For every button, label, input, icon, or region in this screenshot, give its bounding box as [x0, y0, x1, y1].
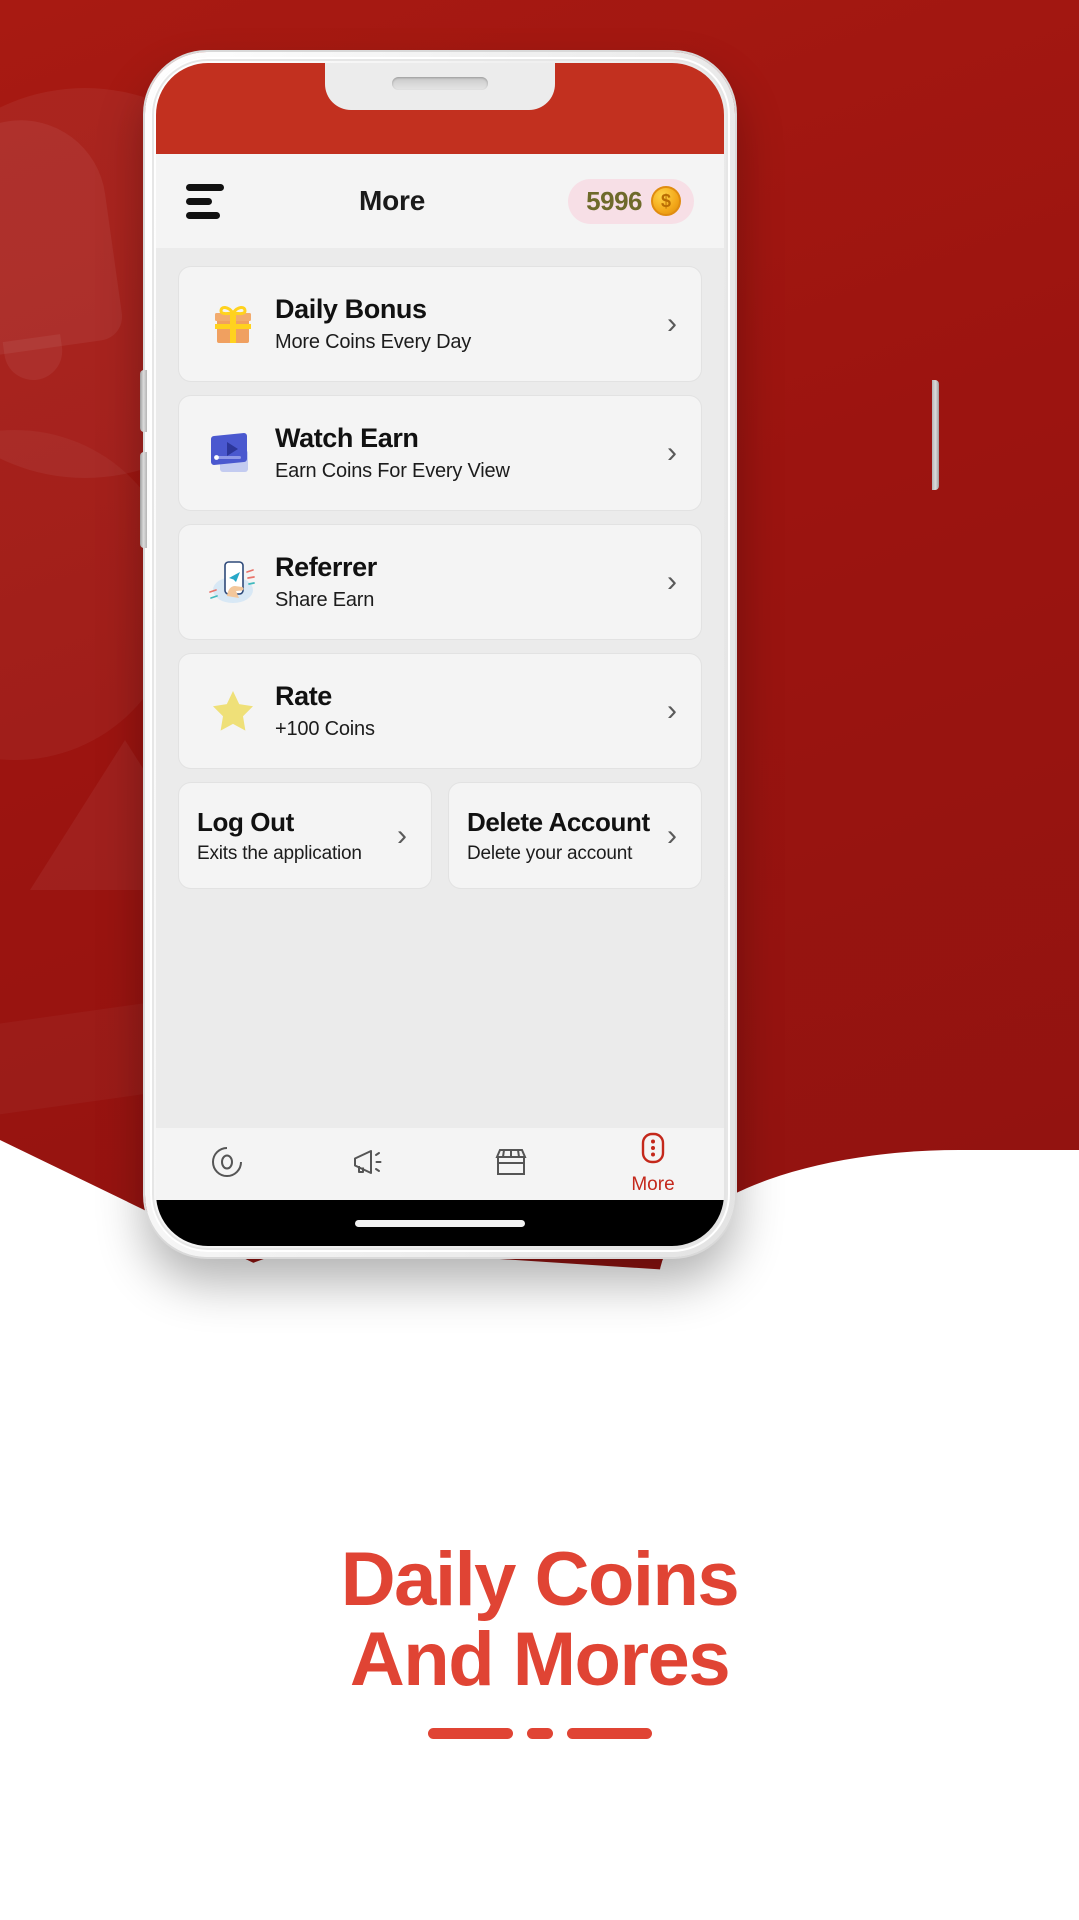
home-indicator[interactable] — [355, 1219, 525, 1227]
menu-item-text: Daily Bonus More Coins Every Day — [269, 294, 667, 354]
nav-item-store[interactable] — [440, 1146, 582, 1183]
menu-item-daily-bonus[interactable]: Daily Bonus More Coins Every Day › — [178, 266, 702, 382]
nav-item-promotions[interactable] — [298, 1146, 440, 1183]
chevron-right-icon: › — [667, 436, 677, 469]
video-player-icon — [197, 428, 269, 478]
logout-subtitle: Exits the application — [197, 842, 362, 864]
gift-icon — [197, 299, 269, 349]
divider-dash-short — [526, 1727, 553, 1739]
coin-icon: $ — [651, 186, 681, 216]
menu-item-subtitle: +100 Coins — [275, 718, 375, 741]
chevron-right-icon: › — [397, 818, 407, 852]
phone-mockup: More 5996 $ Daily Bonus More Coins Every… — [145, 52, 735, 1257]
logout-title: Log Out — [197, 806, 294, 837]
bottom-navigation: More — [156, 1128, 724, 1200]
logout-button[interactable]: Log Out Exits the application › — [178, 782, 432, 889]
coin-balance-value: 5996 — [586, 185, 642, 216]
menu-item-referrer[interactable]: Referrer Share Earn › — [178, 524, 702, 640]
caption-divider — [0, 1727, 1079, 1739]
nav-item-more[interactable]: More — [582, 1132, 724, 1196]
menu-item-subtitle: More Coins Every Day — [275, 331, 472, 354]
volume-down-button[interactable] — [140, 452, 147, 548]
menu-item-subtitle: Earn Coins For Every View — [275, 460, 510, 483]
menu-item-title: Daily Bonus — [275, 293, 427, 324]
caption-line-2: And Mores — [349, 1616, 731, 1702]
more-dots-icon — [638, 1132, 668, 1171]
menu-item-watch-earn[interactable]: Watch Earn Earn Coins For Every View › — [178, 395, 702, 511]
caption-line-1: Daily Coins — [340, 1537, 740, 1622]
divider-dash-long-right — [566, 1727, 652, 1739]
delete-account-title: Delete Account — [467, 806, 650, 837]
phone-screen: More 5996 $ Daily Bonus More Coins Every… — [156, 63, 724, 1246]
chevron-right-icon: › — [667, 565, 677, 598]
coin-balance-badge[interactable]: 5996 $ — [568, 178, 694, 224]
hand-phone-share-icon — [197, 556, 269, 608]
promo-stage: More 5996 $ Daily Bonus More Coins Every… — [0, 0, 1079, 1920]
main-content: Daily Bonus More Coins Every Day › Watch… — [156, 248, 724, 1128]
logout-text: Log Out Exits the application — [197, 807, 397, 865]
delete-account-button[interactable]: Delete Account Delete your account › — [448, 782, 702, 889]
menu-item-text: Rate +100 Coins — [269, 681, 667, 741]
menu-item-title: Referrer — [275, 551, 377, 582]
promo-caption: Daily Coins And Mores — [0, 1540, 1079, 1739]
volume-up-button[interactable] — [140, 370, 147, 432]
divider-dash-long-left — [427, 1727, 513, 1739]
star-icon — [197, 687, 269, 735]
megaphone-icon — [351, 1146, 387, 1183]
menu-item-title: Rate — [275, 680, 332, 711]
nav-item-more-label: More — [631, 1174, 675, 1195]
spiral-disc-icon — [210, 1145, 244, 1184]
nav-item-home[interactable] — [156, 1145, 298, 1184]
chevron-right-icon: › — [667, 307, 677, 340]
menu-item-text: Referrer Share Earn — [269, 552, 667, 612]
delete-account-text: Delete Account Delete your account — [467, 807, 667, 865]
menu-item-subtitle: Share Earn — [275, 589, 375, 612]
menu-item-text: Watch Earn Earn Coins For Every View — [269, 423, 667, 483]
home-indicator-bar — [156, 1200, 724, 1246]
page-title: More — [359, 185, 426, 216]
earpiece-speaker-icon — [392, 77, 488, 90]
delete-account-subtitle: Delete your account — [467, 842, 633, 864]
phone-notch — [325, 63, 555, 110]
chevron-right-icon: › — [667, 694, 677, 727]
app-bar: More 5996 $ — [156, 154, 724, 248]
menu-item-title: Watch Earn — [275, 422, 419, 453]
chevron-right-icon: › — [667, 818, 677, 852]
power-button[interactable] — [932, 380, 939, 490]
store-icon — [494, 1146, 528, 1183]
account-actions-row: Log Out Exits the application › Delete A… — [178, 782, 702, 889]
menu-item-rate[interactable]: Rate +100 Coins › — [178, 653, 702, 769]
